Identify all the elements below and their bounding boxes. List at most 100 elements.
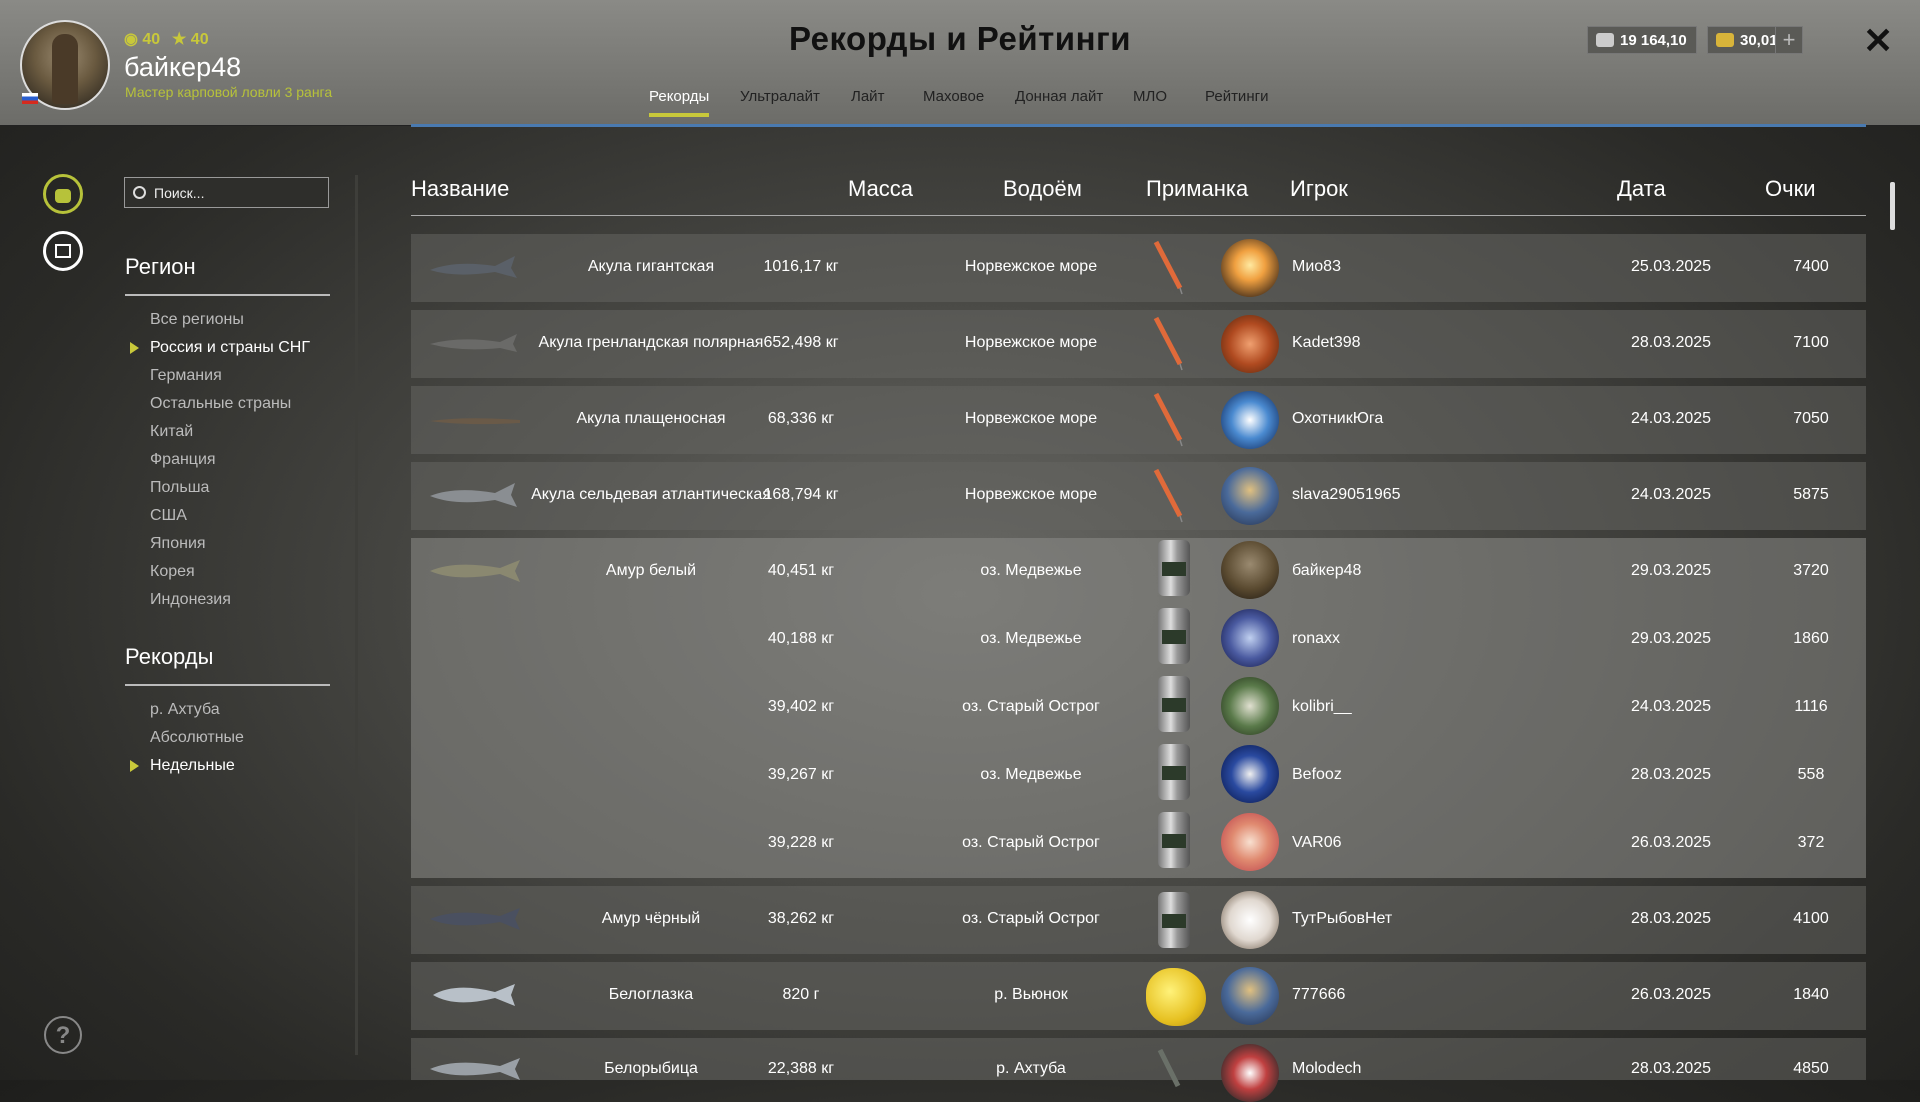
player-name[interactable]: ОхотникЮга <box>1292 410 1383 428</box>
help-button[interactable]: ? <box>44 1016 82 1054</box>
col-bait-header[interactable]: Приманка <box>1146 176 1248 202</box>
col-player-header[interactable]: Игрок <box>1290 176 1348 202</box>
lure-icon <box>1157 1048 1181 1088</box>
water-body: оз. Медвежье <box>980 562 1082 579</box>
lure-icon <box>1153 240 1183 295</box>
bait-jar-icon <box>1158 540 1190 596</box>
points: 7100 <box>1793 334 1829 351</box>
region-item-china[interactable]: Китай <box>150 418 310 446</box>
player-name[interactable]: байкер48 <box>1292 562 1361 580</box>
region-item-germany[interactable]: Германия <box>150 362 310 390</box>
table-row[interactable]: Белорыбица 22,388 кг р. Ахтуба Molodech … <box>411 1038 1866 1102</box>
fish-mass: 652,498 кг <box>763 334 839 351</box>
records-item-weekly[interactable]: Недельные <box>130 752 244 780</box>
table-row[interactable]: Амур чёрный 38,262 кг оз. Старый Острог … <box>411 886 1866 954</box>
add-currency-button[interactable]: + <box>1775 26 1803 54</box>
catch-date: 28.03.2025 <box>1630 334 1712 351</box>
catch-date: 24.03.2025 <box>1630 486 1712 503</box>
gold-coin-icon <box>1716 33 1734 47</box>
col-water-header[interactable]: Водоём <box>1003 176 1082 202</box>
tab-bottom-light[interactable]: Донная лайт <box>1015 88 1103 105</box>
player-name[interactable]: Molodech <box>1292 1060 1361 1078</box>
records-title: Рекорды <box>125 644 214 669</box>
fish-mass: 22,388 кг <box>767 1060 835 1077</box>
bait-jar-icon <box>1158 892 1190 948</box>
header-accent-line <box>411 124 1866 127</box>
region-item-korea[interactable]: Корея <box>150 558 310 586</box>
region-item-france[interactable]: Франция <box>150 446 310 474</box>
table-row[interactable]: Акула гренландская полярная 652,498 кг Н… <box>411 310 1866 378</box>
player-name[interactable]: VAR06 <box>1292 834 1342 852</box>
table-row[interactable]: Акула плащеносная 68,336 кг Норвежское м… <box>411 386 1866 454</box>
region-item-all[interactable]: Все регионы <box>150 306 310 334</box>
bait-jar-icon <box>1158 608 1190 664</box>
tab-records[interactable]: Рекорды <box>649 88 710 117</box>
points: 7400 <box>1793 258 1829 275</box>
water-body: р. Ахтуба <box>996 1060 1066 1077</box>
water-body: Норвежское море <box>964 334 1098 351</box>
region-item-other[interactable]: Остальные страны <box>150 390 310 418</box>
white-eye-bream-icon <box>433 984 515 1006</box>
player-avatar <box>1221 239 1279 297</box>
col-date-header[interactable]: Дата <box>1617 176 1666 202</box>
top-bar: ◉ 40 ★ 40 байкер48 Мастер карповой ловли… <box>0 0 1920 126</box>
search-input[interactable] <box>152 183 316 202</box>
region-item-poland[interactable]: Польша <box>150 474 310 502</box>
region-item-russia[interactable]: Россия и страны СНГ <box>130 334 310 362</box>
close-button[interactable]: ✕ <box>1863 20 1893 62</box>
table-row-group[interactable]: Амур белый 40,451 кг оз. Медвежье байкер… <box>411 538 1866 878</box>
table-row[interactable]: Белоглазка 820 г р. Вьюнок 777666 26.03.… <box>411 962 1866 1030</box>
archive-icon[interactable] <box>43 231 83 271</box>
col-name-header[interactable]: Название <box>411 176 509 202</box>
catch-date: 24.03.2025 <box>1630 410 1712 427</box>
catch-date: 28.03.2025 <box>1630 1060 1712 1077</box>
player-name[interactable]: ТутРыбовНет <box>1292 910 1392 928</box>
region-title: Регион <box>125 254 196 279</box>
silver-coin-icon <box>1596 33 1614 47</box>
table-row[interactable]: Акула гигантская 1016,17 кг Норвежское м… <box>411 234 1866 302</box>
player-name[interactable]: 777666 <box>1292 986 1345 1004</box>
friends-icon[interactable] <box>43 174 83 214</box>
player-name[interactable]: Befooz <box>1292 766 1342 784</box>
bait-jar-icon <box>1158 676 1190 732</box>
points: 7050 <box>1793 410 1829 427</box>
catch-date: 26.03.2025 <box>1630 986 1712 1003</box>
tab-ultralight[interactable]: Ультралайт <box>740 88 820 105</box>
grass-carp-icon <box>430 560 520 582</box>
col-points-header[interactable]: Очки <box>1765 176 1816 202</box>
points: 1860 <box>1793 630 1829 647</box>
table-row[interactable]: Акула сельдевая атлантическая 168,794 кг… <box>411 462 1866 530</box>
bread-bait-icon <box>1146 968 1206 1026</box>
tab-mlo[interactable]: МЛО <box>1133 88 1167 105</box>
records-item-absolute[interactable]: Абсолютные <box>150 724 244 752</box>
region-item-japan[interactable]: Япония <box>150 530 310 558</box>
region-item-usa[interactable]: США <box>150 502 310 530</box>
water-body: оз. Медвежье <box>980 766 1082 783</box>
catch-date: 28.03.2025 <box>1630 766 1712 783</box>
tab-pole[interactable]: Маховое <box>923 88 984 105</box>
catch-date: 28.03.2025 <box>1630 910 1712 927</box>
scrollbar[interactable] <box>1890 182 1895 230</box>
catch-date: 29.03.2025 <box>1630 562 1712 579</box>
player-name[interactable]: slava29051965 <box>1292 486 1401 504</box>
points: 5875 <box>1793 486 1829 503</box>
player-name[interactable]: ronaxx <box>1292 630 1340 648</box>
points: 558 <box>1797 766 1825 783</box>
col-mass-header[interactable]: Масса <box>848 176 913 202</box>
player-avatar <box>1221 1044 1279 1102</box>
tab-ratings[interactable]: Рейтинги <box>1205 88 1268 105</box>
search-field[interactable] <box>124 177 329 208</box>
region-item-indonesia[interactable]: Индонезия <box>150 586 310 614</box>
tab-light[interactable]: Лайт <box>851 88 884 105</box>
sidebar-divider <box>355 175 358 1055</box>
player-name[interactable]: kolibri__ <box>1292 698 1352 716</box>
records-item-akhtuba[interactable]: р. Ахтуба <box>150 696 244 724</box>
fish-mass: 39,228 кг <box>767 834 835 851</box>
player-name[interactable]: Kadet398 <box>1292 334 1361 352</box>
water-body: Норвежское море <box>964 486 1098 503</box>
header-divider <box>411 215 1866 216</box>
player-avatar <box>1221 677 1279 735</box>
records-divider <box>125 684 330 686</box>
points: 3720 <box>1793 562 1829 579</box>
player-name[interactable]: Мио83 <box>1292 258 1341 276</box>
